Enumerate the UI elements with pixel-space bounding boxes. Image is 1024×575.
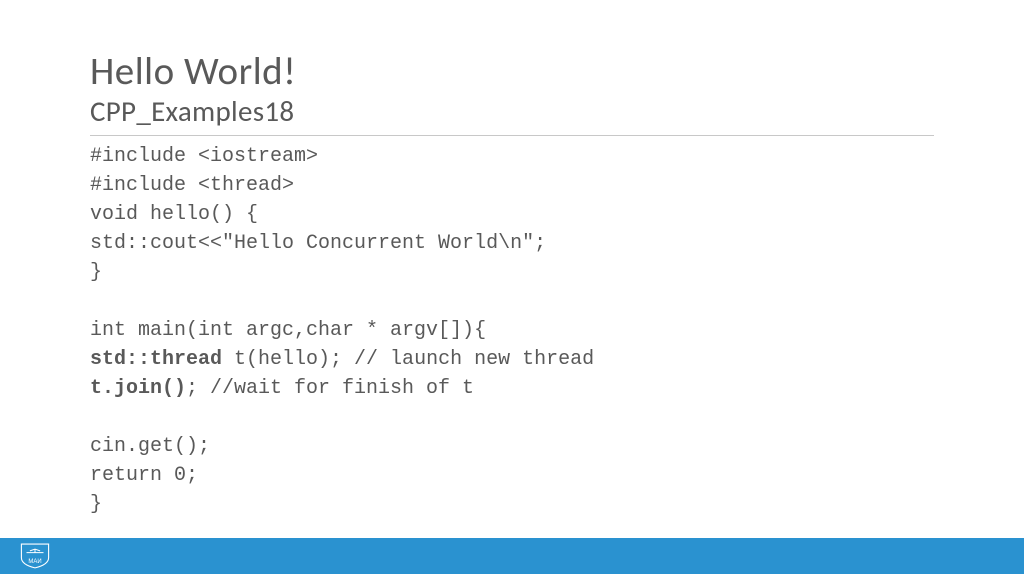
code-line <box>90 403 934 432</box>
code-line: cin.get(); <box>90 432 934 461</box>
code-line: std::cout<<"Hello Concurrent World\n"; <box>90 229 934 258</box>
code-block: #include <iostream>#include <thread>void… <box>90 142 934 519</box>
code-line: void hello() { <box>90 200 934 229</box>
code-segment: ; //wait for finish of t <box>186 377 474 400</box>
code-segment: t(hello); // launch new thread <box>222 348 594 371</box>
code-segment: t.join() <box>90 377 186 400</box>
code-line: std::thread t(hello); // launch new thre… <box>90 345 934 374</box>
code-line: #include <iostream> <box>90 142 934 171</box>
code-line: } <box>90 490 934 519</box>
logo-text: МАИ <box>28 559 41 565</box>
code-line: int main(int argc,char * argv[]){ <box>90 316 934 345</box>
title-divider <box>90 135 934 136</box>
code-line: } <box>90 258 934 287</box>
code-line: return 0; <box>90 461 934 490</box>
code-line <box>90 287 934 316</box>
slide-subtitle: CPP_Examples18 <box>90 93 934 129</box>
code-line: t.join(); //wait for finish of t <box>90 374 934 403</box>
slide-content: Hello World! CPP_Examples18 #include <io… <box>0 0 1024 519</box>
slide-title: Hello World! <box>90 50 934 95</box>
mai-logo-icon: МАИ <box>18 542 52 570</box>
footer-bar: МАИ <box>0 538 1024 574</box>
code-segment: std::thread <box>90 348 222 371</box>
code-line: #include <thread> <box>90 171 934 200</box>
